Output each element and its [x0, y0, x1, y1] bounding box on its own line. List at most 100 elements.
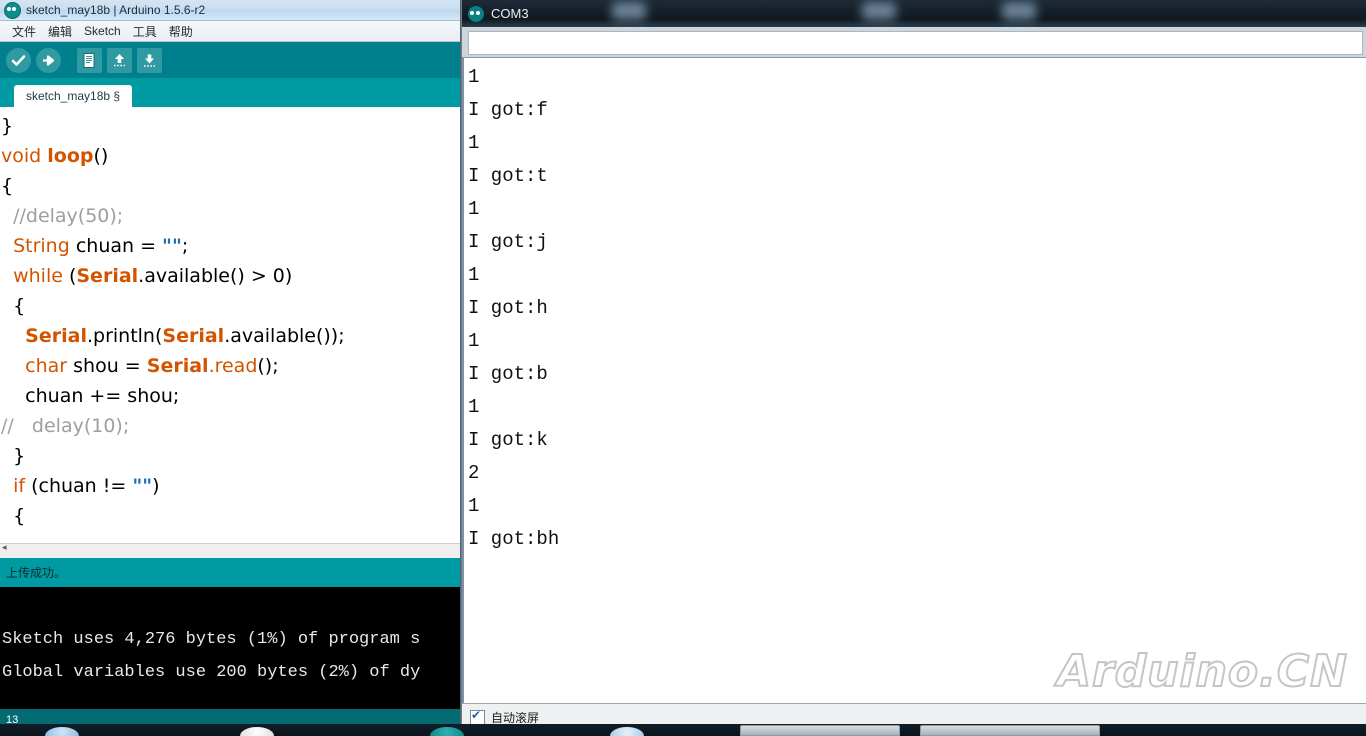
taskbar-window-serial[interactable]	[920, 725, 1100, 736]
code-token: ""	[132, 475, 153, 497]
upload-button[interactable]	[36, 47, 61, 73]
code-token: .available() > 0)	[138, 265, 293, 287]
code-token: ()	[93, 145, 109, 167]
menu-help[interactable]: 帮助	[163, 22, 199, 41]
code-line: while (Serial.available() > 0)	[0, 261, 460, 291]
menu-file[interactable]: 文件	[6, 22, 42, 41]
code-line: {	[0, 501, 460, 531]
sketch-tab[interactable]: sketch_may18b §	[14, 85, 133, 107]
status-message: 上传成功。	[6, 566, 67, 580]
taskbar-icon-browser[interactable]	[610, 727, 644, 736]
arduino-ide-window: sketch_may18b | Arduino 1.5.6-r2 文件 编辑 S…	[0, 0, 461, 728]
serial-output-line: 2	[468, 462, 480, 484]
code-token: chuan += shou;	[1, 385, 180, 407]
serial-send-input[interactable]	[468, 31, 1363, 55]
serial-output-line: 1	[468, 264, 480, 286]
serial-output-line: I got:k	[468, 429, 548, 451]
serial-output-line: I got:f	[468, 99, 548, 121]
code-token: {	[1, 175, 14, 197]
taskbar-window-arduino[interactable]	[740, 725, 900, 736]
code-line: //delay(50);	[0, 201, 460, 231]
code-token: // delay(10);	[1, 415, 130, 437]
code-token: while	[1, 265, 69, 287]
menu-sketch[interactable]: Sketch	[78, 23, 127, 39]
taskbar-icon-arduino[interactable]	[430, 727, 464, 736]
editor-horizontal-scrollbar[interactable]	[0, 542, 460, 558]
code-token: void	[1, 145, 48, 167]
code-token: ();	[257, 355, 279, 377]
new-button[interactable]	[77, 47, 102, 73]
serial-output-line: 1	[468, 495, 480, 517]
code-line: {	[0, 171, 460, 201]
code-token: .available());	[224, 325, 345, 347]
ide-menu-bar: 文件 编辑 Sketch 工具 帮助	[0, 21, 460, 42]
code-line: if (chuan != "")	[0, 471, 460, 501]
serial-output-line: 1	[468, 198, 480, 220]
code-token: .println(	[86, 325, 163, 347]
autoscroll-checkbox[interactable]	[470, 708, 485, 725]
code-line: chuan += shou;	[0, 381, 460, 411]
serial-output-line: I got:h	[468, 297, 548, 319]
menu-edit[interactable]: 编辑	[42, 22, 78, 41]
taskbar-start-orb[interactable]	[45, 727, 79, 736]
arduino-logo-icon	[4, 1, 21, 19]
code-token: Serial	[76, 265, 139, 287]
code-token: }	[1, 445, 26, 467]
serial-monitor-title-bar[interactable]: COM3	[462, 0, 1366, 27]
serial-output-line: I got:t	[468, 165, 548, 187]
console-line: Sketch uses 4,276 bytes (1%) of program …	[2, 630, 421, 649]
ide-console: Sketch uses 4,276 bytes (1%) of program …	[0, 587, 460, 709]
serial-output-line: 1	[468, 132, 480, 154]
serial-output-line: 1	[468, 330, 480, 352]
code-token: char	[25, 355, 74, 377]
code-token: chuan =	[75, 235, 163, 257]
code-line: void loop()	[0, 141, 460, 171]
verify-button[interactable]	[6, 47, 31, 73]
code-token: ""	[162, 235, 182, 257]
ide-toolbar	[0, 42, 460, 78]
code-token: Serial	[162, 325, 225, 347]
code-line: }	[0, 111, 460, 141]
code-token: if	[1, 475, 32, 497]
ide-title-bar[interactable]: sketch_may18b | Arduino 1.5.6-r2	[0, 0, 460, 21]
serial-output-line: 1	[468, 66, 480, 88]
code-token: shou =	[73, 355, 147, 377]
menu-tools[interactable]: 工具	[127, 22, 163, 41]
code-token: Serial	[146, 355, 209, 377]
serial-output-line: I got:b	[468, 363, 548, 385]
code-token: {	[1, 295, 26, 317]
code-token: .read	[208, 355, 258, 377]
screen-root: sketch_may18b | Arduino 1.5.6-r2 文件 编辑 S…	[0, 0, 1366, 736]
code-token: Serial	[25, 325, 87, 347]
serial-output-panel[interactable]: 1 I got:f 1 I got:t 1 I got:j 1 I got:h 1 I got:b…	[462, 58, 1366, 703]
ide-tab-bar: sketch_may18b §	[0, 78, 460, 107]
serial-output-line: I got:bh	[468, 528, 560, 550]
code-line: Serial.println(Serial.available());	[0, 321, 460, 351]
code-token: ;	[181, 235, 189, 257]
code-line: }	[0, 441, 460, 471]
code-token: loop	[47, 145, 94, 167]
serial-send-row	[462, 27, 1366, 58]
code-token: }	[1, 115, 14, 137]
code-token: //delay(50);	[1, 205, 124, 227]
code-token: )	[152, 475, 160, 497]
code-lines: } void loop() { //delay(50); String chuan …	[0, 111, 460, 531]
code-line: char shou = Serial.read();	[0, 351, 460, 381]
code-token: String	[1, 235, 76, 257]
code-line: // delay(10);	[0, 411, 460, 441]
serial-output-lines: 1 I got:f 1 I got:t 1 I got:j 1 I got:h 1 I got:b…	[468, 61, 1366, 556]
serial-monitor-window: COM3 1 I got:f 1 I got:t 1 I got:j 1 I got:h 1 I …	[461, 0, 1366, 733]
arduino-cn-watermark: Arduino.CN	[1056, 645, 1348, 698]
code-token: (chuan !=	[31, 475, 133, 497]
taskbar-icon-explorer[interactable]	[240, 727, 274, 736]
console-line: Global variables use 200 bytes (2%) of d…	[2, 663, 421, 682]
save-button[interactable]	[137, 47, 162, 73]
arduino-logo-icon	[468, 5, 484, 22]
serial-output-line: I got:j	[468, 231, 548, 253]
code-editor[interactable]: } void loop() { //delay(50); String chuan …	[0, 107, 460, 543]
open-button[interactable]	[107, 47, 132, 73]
serial-monitor-title: COM3	[491, 6, 529, 21]
windows-taskbar	[0, 724, 1366, 736]
serial-output-line: 1	[468, 396, 480, 418]
